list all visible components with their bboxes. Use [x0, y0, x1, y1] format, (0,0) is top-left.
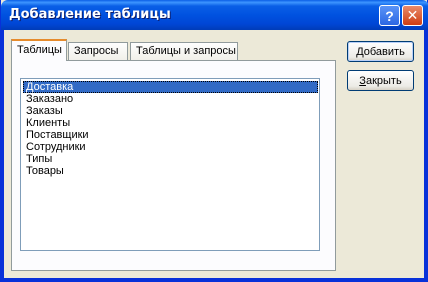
table-listbox[interactable]: Доставка Заказано Заказы Клиенты Поставщ…	[20, 78, 320, 251]
help-icon[interactable]: ?	[379, 5, 400, 26]
list-item[interactable]: Типы	[23, 153, 318, 165]
tab-tables-and-queries[interactable]: Таблицы и запросы	[130, 42, 238, 60]
close-button-accel: З	[359, 74, 366, 87]
close-button[interactable]: Закрыть	[347, 70, 414, 91]
list-item[interactable]: Заказы	[23, 105, 318, 117]
window-title: Добавление таблицы	[9, 7, 171, 22]
list-item[interactable]: Сотрудники	[23, 141, 318, 153]
window-frame-bottom	[1, 278, 428, 281]
window-frame-left	[1, 30, 4, 282]
title-bar[interactable]: Добавление таблицы ? ✕	[1, 0, 428, 30]
close-icon[interactable]: ✕	[402, 5, 423, 26]
list-item[interactable]: Заказано	[23, 93, 318, 105]
list-item[interactable]: Поставщики	[23, 129, 318, 141]
window-frame-right	[424, 30, 427, 282]
tab-queries[interactable]: Запросы	[68, 42, 128, 60]
add-button[interactable]: Добавить	[347, 41, 414, 62]
add-button-label: обавить	[363, 45, 405, 58]
list-item[interactable]: Клиенты	[23, 117, 318, 129]
add-table-dialog: Добавление таблицы ? ✕ Таблицы Запросы Т…	[0, 0, 428, 282]
close-button-label: акрыть	[365, 74, 402, 87]
list-item[interactable]: Товары	[23, 165, 318, 177]
add-button-accel: Д	[356, 45, 364, 58]
tab-tables[interactable]: Таблицы	[11, 39, 67, 61]
list-item[interactable]: Доставка	[23, 81, 318, 93]
